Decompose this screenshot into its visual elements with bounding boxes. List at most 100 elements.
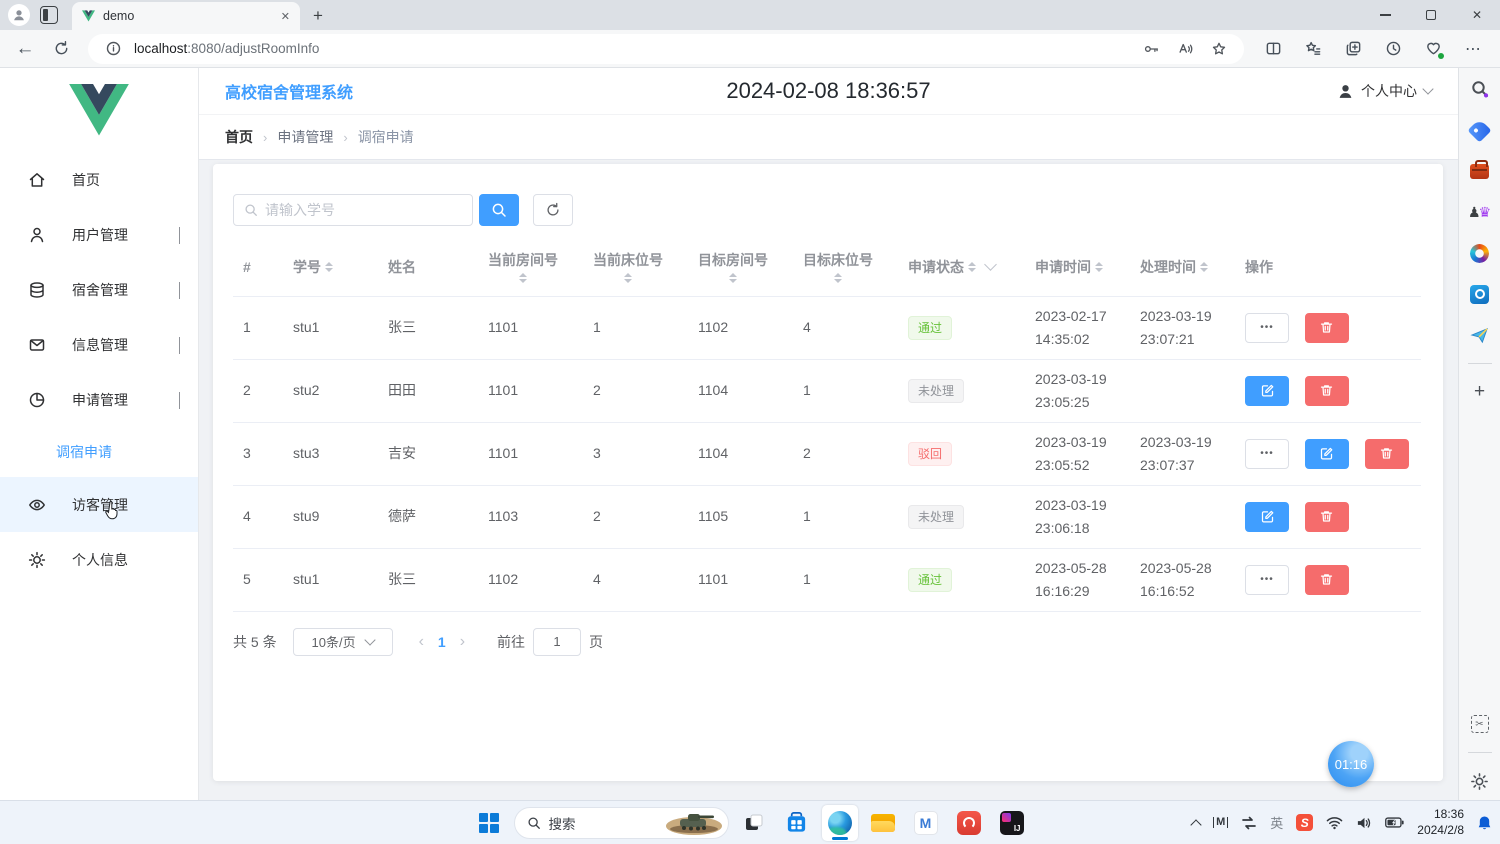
sidebar-item-profile[interactable]: 个人信息	[0, 532, 198, 587]
sort-carets[interactable]	[968, 262, 976, 272]
new-tab-button[interactable]: +	[304, 2, 332, 30]
intellij-button[interactable]: IJ	[994, 805, 1030, 841]
page-size-select[interactable]: 10条/页	[293, 628, 393, 656]
window-close-button[interactable]: ✕	[1454, 0, 1500, 30]
favorite-star-icon[interactable]	[1206, 36, 1232, 62]
window-maximize-button[interactable]	[1408, 0, 1454, 30]
history-icon[interactable]	[1376, 34, 1410, 64]
hidden-icons-chevron[interactable]	[1192, 817, 1200, 829]
favorites-icon[interactable]	[1296, 34, 1330, 64]
search-button[interactable]	[479, 194, 519, 226]
browser-tab[interactable]: demo ✕	[72, 2, 300, 30]
battery-icon[interactable]	[1385, 817, 1404, 828]
sidebar-item-visitors[interactable]: 访客管理	[0, 477, 198, 532]
sort-carets[interactable]	[519, 273, 527, 283]
split-screen-icon[interactable]	[1256, 34, 1290, 64]
sidebar-microsoft365-icon[interactable]	[1467, 240, 1493, 266]
task-view-button[interactable]	[736, 805, 772, 841]
file-explorer-button[interactable]	[865, 805, 901, 841]
sort-carets[interactable]	[834, 273, 842, 283]
sidebar-screenshot-icon[interactable]: ✂	[1467, 711, 1493, 737]
sidebar-item-dorms[interactable]: 宿舍管理	[0, 262, 198, 317]
taskbar-clock[interactable]: 18:36 2024/2/8	[1417, 807, 1464, 838]
window-minimize-button[interactable]	[1362, 0, 1408, 30]
marktext-button[interactable]: M	[908, 805, 944, 841]
sidebar-item-messages[interactable]: 信息管理	[0, 317, 198, 372]
workspace-icon[interactable]	[40, 6, 58, 24]
notification-bell-icon[interactable]	[1477, 815, 1492, 831]
tray-time: 18:36	[1417, 807, 1464, 823]
sort-carets[interactable]	[624, 273, 632, 283]
sogou-input-icon[interactable]: S	[1296, 814, 1313, 831]
more-button[interactable]: •••	[1245, 313, 1289, 343]
cell-target-room: 1105	[688, 485, 793, 548]
reset-button[interactable]	[533, 194, 573, 226]
tab-close-icon[interactable]: ✕	[281, 10, 290, 23]
sidebar-item-users[interactable]: 用户管理	[0, 207, 198, 262]
edge-browser-button[interactable]	[822, 805, 858, 841]
app-sidebar: 首页 用户管理 宿舍管理 信息管理 申请管理 调宿申请 访客管理	[0, 68, 199, 800]
student-id-search-field[interactable]	[233, 194, 473, 226]
sort-carets[interactable]	[1200, 262, 1208, 272]
sort-carets[interactable]	[729, 273, 737, 283]
edit-button[interactable]	[1245, 376, 1289, 406]
edit-button[interactable]	[1305, 439, 1349, 469]
sidebar-toolbox-icon[interactable]	[1467, 158, 1493, 184]
sidebar-add-icon[interactable]: +	[1467, 379, 1493, 405]
cell-target-room: 1104	[688, 359, 793, 422]
microsoft-store-button[interactable]	[779, 805, 815, 841]
sidebar-item-applications[interactable]: 申请管理	[0, 372, 198, 427]
sidebar-games-icon[interactable]: ♟♛	[1467, 199, 1493, 225]
recording-timer-badge[interactable]: 01:16	[1328, 741, 1374, 787]
tray-sync-icon[interactable]	[1241, 815, 1257, 831]
sidebar-shopping-icon[interactable]	[1467, 117, 1493, 143]
browser-menu-icon[interactable]: ⋯	[1456, 34, 1490, 64]
browser-profile-avatar[interactable]	[8, 4, 30, 26]
delete-button[interactable]	[1305, 565, 1349, 595]
delete-button[interactable]	[1305, 502, 1349, 532]
sidebar-search-icon[interactable]	[1467, 76, 1493, 102]
user-menu[interactable]: 个人中心	[1337, 81, 1432, 101]
site-info-icon[interactable]	[100, 36, 126, 62]
breadcrumb-home[interactable]: 首页	[225, 127, 253, 147]
cell-current-room: 1101	[478, 359, 583, 422]
windows-logo-icon	[479, 813, 499, 833]
delete-button[interactable]	[1305, 313, 1349, 343]
breadcrumb-application-mgmt[interactable]: 申请管理	[277, 127, 333, 147]
sidebar-outlook-icon[interactable]	[1467, 281, 1493, 307]
delete-button[interactable]	[1365, 439, 1409, 469]
start-button[interactable]	[471, 805, 507, 841]
col-current-room: 当前房间号	[478, 238, 583, 296]
appgallery-button[interactable]	[951, 805, 987, 841]
status-filter-icon[interactable]	[984, 258, 997, 271]
more-button[interactable]: •••	[1245, 439, 1289, 469]
password-icon[interactable]	[1138, 36, 1164, 62]
ime-indicator[interactable]: 英	[1270, 813, 1283, 832]
sidebar-drop-icon[interactable]	[1467, 322, 1493, 348]
wifi-icon[interactable]	[1326, 816, 1343, 830]
page-number[interactable]: 1	[438, 634, 446, 650]
address-bar[interactable]: localhost:8080/adjustRoomInfo	[88, 34, 1244, 64]
next-page-button[interactable]: ›	[460, 633, 465, 651]
search-input[interactable]	[265, 202, 462, 218]
goto-page-input[interactable]	[533, 628, 581, 656]
back-button[interactable]: ←	[10, 34, 40, 64]
cell-target-bed: 1	[793, 548, 898, 611]
refresh-button[interactable]	[46, 34, 76, 64]
volume-icon[interactable]	[1356, 816, 1372, 830]
taskbar-search-box[interactable]: 搜索	[514, 807, 729, 839]
sidebar-subitem-room-adjustment[interactable]: 调宿申请	[0, 427, 198, 477]
sort-carets[interactable]	[1095, 262, 1103, 272]
sidebar-item-home[interactable]: 首页	[0, 152, 198, 207]
read-aloud-icon[interactable]	[1172, 36, 1198, 62]
edit-button[interactable]	[1245, 502, 1289, 532]
sidebar-settings-icon[interactable]	[1467, 768, 1493, 794]
collections-icon[interactable]	[1336, 34, 1370, 64]
tray-marktext-icon[interactable]: M	[1213, 817, 1228, 828]
browser-essentials-icon[interactable]	[1416, 34, 1450, 64]
sort-carets[interactable]	[325, 262, 333, 272]
prev-page-button[interactable]: ‹	[419, 633, 424, 651]
delete-button[interactable]	[1305, 376, 1349, 406]
more-button[interactable]: •••	[1245, 565, 1289, 595]
person-icon	[1337, 83, 1354, 100]
